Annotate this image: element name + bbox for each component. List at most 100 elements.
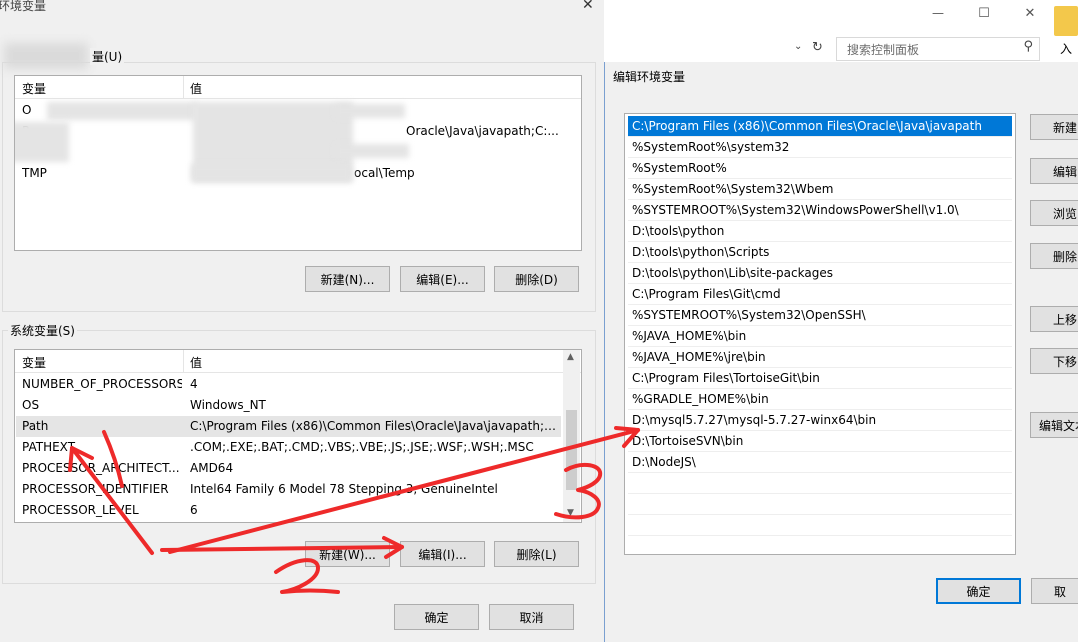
user-vars-header: 变量 值 [15, 76, 581, 99]
move-down-button[interactable]: 下移( [1030, 348, 1078, 374]
cancel-button[interactable]: 取消 [489, 604, 574, 630]
var-value: 4 [190, 377, 198, 391]
maximize-button[interactable]: ☐ [974, 6, 994, 21]
table-row[interactable]: OS Windows_NT [16, 395, 561, 416]
path-list-item[interactable]: D:\tools\python\Lib\site-packages [628, 263, 1012, 284]
path-list-item[interactable]: %SYSTEMROOT%\System32\WindowsPowerShell\… [628, 200, 1012, 221]
var-value: Intel64 Family 6 Model 78 Stepping 3, Ge… [190, 482, 498, 496]
path-list-item[interactable]: %SystemRoot%\System32\Wbem [628, 179, 1012, 200]
table-row[interactable]: PATHEXT .COM;.EXE;.BAT;.CMD;.VBS;.VBE;.J… [16, 437, 561, 458]
redacted-username [4, 43, 88, 69]
empty-row[interactable] [628, 515, 1012, 536]
scroll-down-icon[interactable]: ▼ [567, 508, 574, 518]
ok-button[interactable]: 确定 [394, 604, 479, 630]
path-text: D:\NodeJS\ [632, 455, 696, 469]
path-text: C:\Program Files\Git\cmd [632, 287, 781, 301]
edit-ok-button[interactable]: 确定 [936, 578, 1021, 604]
path-list-item[interactable]: %SystemRoot% [628, 158, 1012, 179]
var-name: PROCESSOR_IDENTIFIER [22, 482, 169, 496]
edit-cancel-button[interactable]: 取 [1031, 578, 1078, 604]
var-value: Windows_NT [190, 398, 266, 412]
refresh-icon[interactable]: ↻ [812, 40, 823, 55]
header-variable: 变量 [22, 356, 47, 370]
path-text: %JAVA_HOME%\jre\bin [632, 350, 766, 364]
path-text: C:\Program Files (x86)\Common Files\Orac… [632, 119, 982, 133]
path-list-item[interactable]: C:\Program Files (x86)\Common Files\Orac… [628, 116, 1012, 137]
close-icon[interactable]: ✕ [582, 0, 594, 13]
var-value: 6 [190, 503, 198, 517]
path-list-item[interactable]: %SYSTEMROOT%\System32\OpenSSH\ [628, 305, 1012, 326]
redacted-area [335, 144, 409, 158]
path-list-item[interactable]: C:\Program Files\TortoiseGit\bin [628, 368, 1012, 389]
env-variables-dialog: 环境变量 ✕ 量(U) 变量 值 O P Oracle\Java\javapat… [0, 0, 604, 642]
minimize-button[interactable]: — [928, 6, 948, 20]
user-edit-button[interactable]: 编辑(E)... [400, 266, 485, 292]
user-vars-list[interactable]: 变量 值 O P Oracle\Java\javapath;C:... TMP … [14, 75, 582, 251]
empty-row[interactable] [628, 494, 1012, 515]
var-value: Oracle\Java\javapath;C:... [406, 124, 559, 138]
scroll-thumb[interactable] [566, 410, 577, 490]
path-list-item[interactable]: D:\mysql5.7.27\mysql-5.7.27-winx64\bin [628, 410, 1012, 431]
path-list-item[interactable]: D:\tools\python [628, 221, 1012, 242]
path-list-item[interactable]: %SystemRoot%\system32 [628, 137, 1012, 158]
system-new-button[interactable]: 新建(W)... [305, 541, 390, 567]
table-row-selected[interactable]: Path C:\Program Files (x86)\Common Files… [16, 416, 561, 437]
folder-icon [1054, 6, 1078, 36]
search-icon: ⚲ [1023, 39, 1033, 54]
path-list-item[interactable]: D:\NodeJS\ [628, 452, 1012, 473]
path-text: %JAVA_HOME%\bin [632, 329, 747, 343]
system-vars-label: 系统变量(S) [8, 322, 77, 339]
move-up-button[interactable]: 上移( [1030, 306, 1078, 332]
path-list-item[interactable]: %JAVA_HOME%\bin [628, 326, 1012, 347]
path-list-item[interactable]: %GRADLE_HOME%\bin [628, 389, 1012, 410]
path-text: D:\tools\python [632, 224, 725, 238]
path-text: D:\tools\python\Lib\site-packages [632, 266, 833, 280]
table-row[interactable]: PROCESSOR_ARCHITECT... AMD64 [16, 458, 561, 479]
table-row[interactable]: NUMBER_OF_PROCESSORS 4 [16, 374, 561, 395]
browse-button[interactable]: 浏览( [1030, 200, 1078, 226]
var-value: ocal\Temp [354, 166, 415, 180]
path-text: C:\Program Files\TortoiseGit\bin [632, 371, 820, 385]
path-text: %SystemRoot%\System32\Wbem [632, 182, 834, 196]
new-path-button[interactable]: 新建( [1030, 114, 1078, 140]
var-name: NUMBER_OF_PROCESSORS [22, 377, 182, 391]
system-vars-header: 变量 值 [15, 350, 581, 373]
var-value: C:\Program Files (x86)\Common Files\Orac… [190, 419, 558, 433]
user-delete-button[interactable]: 删除(D) [494, 266, 579, 292]
header-value: 值 [190, 356, 203, 370]
delete-path-button[interactable]: 删除 [1030, 243, 1078, 269]
table-row[interactable]: PROCESSOR_LEVEL 6 [16, 500, 561, 521]
edit-text-button[interactable]: 编辑文本 [1030, 412, 1078, 438]
scroll-up-icon[interactable]: ▲ [567, 352, 574, 362]
search-box[interactable]: 搜索控制面板 ⚲ [836, 37, 1040, 61]
address-dropdown-icon[interactable]: ⌄ [794, 41, 802, 52]
search-placeholder: 搜索控制面板 [847, 43, 920, 57]
system-vars-list[interactable]: 变量 值 NUMBER_OF_PROCESSORS 4 OS Windows_N… [14, 349, 582, 523]
redacted-area [15, 122, 69, 162]
user-new-button[interactable]: 新建(N)... [305, 266, 390, 292]
table-row[interactable]: PROCESSOR_IDENTIFIER Intel64 Family 6 Mo… [16, 479, 561, 500]
path-text: %SYSTEMROOT%\System32\OpenSSH\ [632, 308, 866, 322]
var-name: OS [22, 398, 40, 412]
close-window-button[interactable]: ✕ [1020, 6, 1040, 21]
path-list-item[interactable]: D:\tools\python\Scripts [628, 242, 1012, 263]
redacted-area [47, 102, 197, 120]
edit-path-button[interactable]: 编辑 [1030, 158, 1078, 184]
path-list-item[interactable]: D:\TortoiseSVN\bin [628, 431, 1012, 452]
path-list-item[interactable]: C:\Program Files\Git\cmd [628, 284, 1012, 305]
path-text: %GRADLE_HOME%\bin [632, 392, 769, 406]
empty-row[interactable] [628, 473, 1012, 494]
edit-env-dialog: 编辑环境变量 C:\Program Files (x86)\Common Fil… [604, 62, 1078, 642]
var-value: .COM;.EXE;.BAT;.CMD;.VBS;.VBE;.JS;.JSE;.… [190, 440, 534, 454]
var-name: Path [22, 419, 49, 433]
path-list-item[interactable]: %JAVA_HOME%\jre\bin [628, 347, 1012, 368]
system-delete-button[interactable]: 删除(L) [494, 541, 579, 567]
system-edit-button[interactable]: 编辑(I)... [400, 541, 485, 567]
path-list[interactable]: C:\Program Files (x86)\Common Files\Orac… [624, 113, 1016, 555]
dialog-title: 环境变量 [0, 0, 47, 13]
var-value: AMD64 [190, 461, 234, 475]
system-vars-scrollbar[interactable]: ▲ ▼ [563, 350, 580, 522]
edit-dialog-title: 编辑环境变量 [613, 70, 686, 84]
path-text: %SystemRoot%\system32 [632, 140, 790, 154]
var-name: PROCESSOR_LEVEL [22, 503, 139, 517]
